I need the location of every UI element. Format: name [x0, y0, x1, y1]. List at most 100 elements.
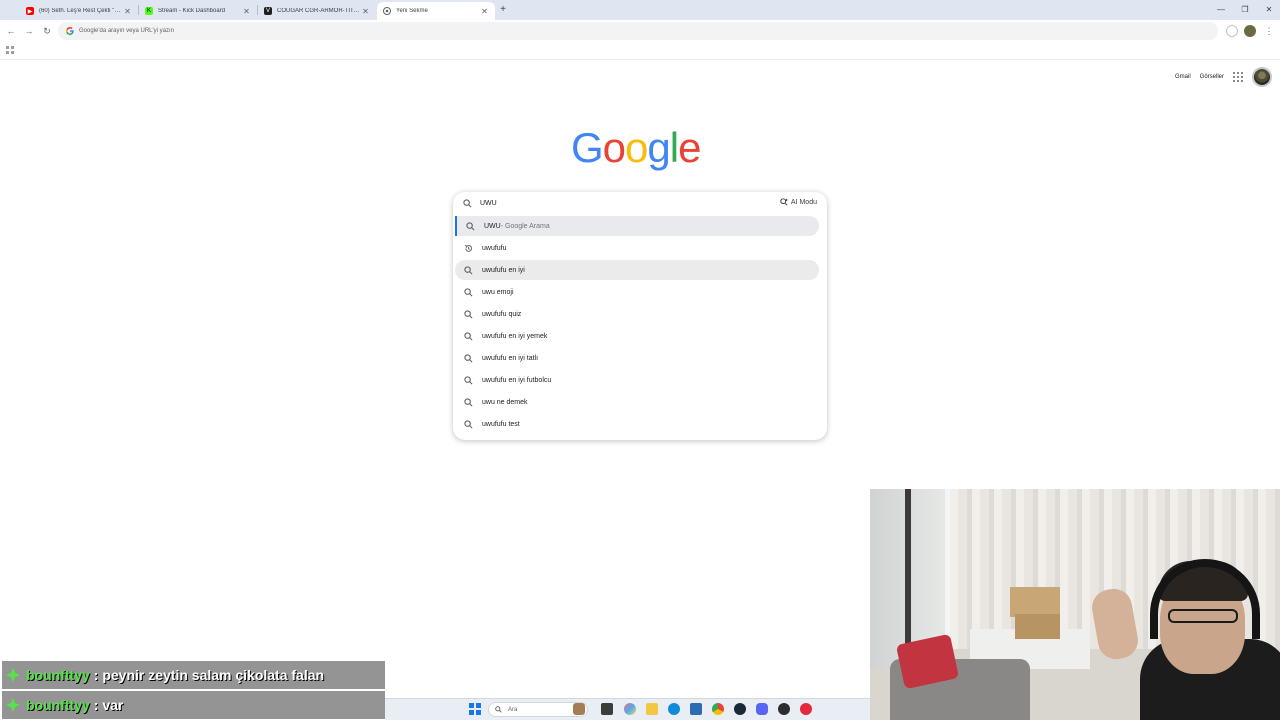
minimize-icon[interactable]: — [1214, 3, 1228, 17]
apps-shortcut-icon[interactable] [6, 46, 14, 54]
suggestion-item[interactable]: uwufufu en iyi yemek [455, 326, 819, 346]
suggestion-text: uwu emoji [482, 288, 514, 296]
tab-title: Yeni Sekme [396, 8, 428, 14]
screen: ▶ (60) Seth. Leş'e Rest Çekti "Smm ✕ K S… [0, 0, 1280, 720]
suggestion-item[interactable]: uwufufu test [455, 414, 819, 434]
google-header-links: Gmail Görseller [1175, 67, 1272, 87]
chrome-icon [383, 7, 391, 15]
store-icon[interactable] [690, 703, 702, 715]
search-icon [464, 309, 473, 318]
search-icon [466, 221, 475, 230]
suggestion-item[interactable]: uwufufu quiz [455, 304, 819, 324]
discord-icon[interactable] [756, 703, 768, 715]
extension-icon[interactable] [1226, 25, 1238, 37]
chat-message: bounfttyy : var [2, 691, 385, 719]
tab-youtube[interactable]: ▶ (60) Seth. Leş'e Rest Çekti "Smm ✕ [20, 2, 138, 20]
chat-message: bounfttyy : peynir zeytin salam çikolata… [2, 661, 385, 689]
google-apps-icon[interactable] [1233, 72, 1243, 82]
search-box: UWU AI Modu UWU - Google Arama uwufufu uwu… [453, 192, 827, 440]
search-icon [463, 198, 472, 207]
ai-mode-button[interactable]: AI Modu [780, 198, 817, 206]
search-icon [464, 331, 473, 340]
account-avatar[interactable] [1252, 67, 1272, 87]
background-box [1015, 614, 1060, 639]
subscriber-badge-icon [6, 698, 20, 712]
app-icon[interactable] [800, 703, 812, 715]
obs-icon[interactable] [778, 703, 790, 715]
widget-icon[interactable] [573, 703, 585, 715]
suggestion-item[interactable]: uwu ne demek [455, 392, 819, 412]
new-tab-button[interactable]: + [497, 3, 509, 17]
toolbar: ← → ↻ Google'da arayın veya URL'yi yazın… [0, 20, 1280, 42]
chat-username: bounfttyy [26, 697, 90, 713]
back-icon[interactable]: ← [4, 24, 18, 38]
tab-strip: ▶ (60) Seth. Leş'e Rest Çekti "Smm ✕ K S… [0, 0, 1280, 20]
tab-title: Stream - Kick Dashboard [158, 8, 226, 14]
profile-icon[interactable] [1244, 25, 1256, 37]
suggestion-text: uwu ne demek [482, 398, 528, 406]
maximize-icon[interactable]: ❐ [1238, 3, 1252, 17]
search-icon [464, 419, 473, 428]
history-icon [464, 244, 473, 252]
bookmarks-bar [0, 42, 1280, 60]
tab-kick[interactable]: K Stream - Kick Dashboard ✕ [139, 2, 257, 20]
tab-title: (60) Seth. Leş'e Rest Çekti "Smm [39, 8, 123, 14]
edge-icon[interactable] [668, 703, 680, 715]
suggestion-text: uwufufu en iyi tatlı [482, 354, 539, 362]
tab-new-tab[interactable]: Yeni Sekme ✕ [377, 2, 495, 20]
window-close-icon[interactable]: ✕ [1262, 3, 1276, 17]
close-icon[interactable]: ✕ [123, 7, 132, 16]
address-placeholder: Google'da arayın veya URL'yi yazın [79, 28, 175, 34]
search-icon [464, 265, 473, 274]
forward-icon[interactable]: → [22, 24, 36, 38]
suggestion-text: uwufufu en iyi yemek [482, 332, 548, 340]
chat-username: bounfttyy [26, 667, 90, 683]
chrome-taskbar-icon[interactable] [712, 703, 724, 715]
cougar-icon: V [264, 7, 272, 15]
background-box [1010, 587, 1060, 617]
copilot-icon[interactable] [624, 703, 636, 715]
search-query: UWU [480, 199, 497, 207]
suggestion-text: uwufufu test [482, 420, 520, 428]
address-bar[interactable]: Google'da arayın veya URL'yi yazın [58, 22, 1218, 40]
youtube-icon: ▶ [26, 7, 34, 15]
tab-cougar[interactable]: V COUGAR CGR-ARMOR-TITAN ✕ [258, 2, 376, 20]
suggestion-text: UWU [484, 222, 501, 230]
suggestion-text: uwufufu quiz [482, 310, 522, 318]
suggestion-item[interactable]: UWU - Google Arama [455, 216, 819, 236]
taskbar: Ara [385, 698, 870, 720]
suggestion-item[interactable]: uwufufu [455, 238, 819, 258]
close-icon[interactable]: ✕ [480, 7, 489, 16]
menu-icon[interactable]: ⋮ [1262, 24, 1276, 38]
kick-icon: K [145, 7, 153, 15]
suggestion-item[interactable]: uwu emoji [455, 282, 819, 302]
google-icon [65, 27, 74, 36]
suggestion-text: uwufufu [482, 244, 507, 252]
steam-icon[interactable] [734, 703, 746, 715]
search-input[interactable]: UWU [453, 192, 827, 214]
reload-icon[interactable]: ↻ [40, 24, 54, 38]
file-explorer-icon[interactable] [646, 703, 658, 715]
ai-mode-icon [780, 198, 788, 206]
suggestion-item[interactable]: uwufufu en iyi tatlı [455, 348, 819, 368]
close-icon[interactable]: ✕ [361, 7, 370, 16]
gmail-link[interactable]: Gmail [1175, 74, 1191, 80]
suggestion-item[interactable]: uwufufu en iyi futbolcu [455, 370, 819, 390]
google-logo: Google [571, 124, 701, 171]
close-icon[interactable]: ✕ [242, 7, 251, 16]
search-icon [495, 706, 502, 713]
windows-start-icon[interactable] [469, 703, 481, 715]
search-icon [464, 397, 473, 406]
chat-text: : peynir zeytin salam çikolata falan [93, 667, 325, 683]
search-icon [464, 287, 473, 296]
subscriber-badge-icon [6, 668, 20, 682]
suggestion-item[interactable]: uwufufu en iyi [455, 260, 819, 280]
webcam-overlay [870, 489, 1280, 720]
search-icon [464, 375, 473, 384]
task-view-icon[interactable] [601, 703, 613, 715]
images-link[interactable]: Görseller [1200, 74, 1224, 80]
chat-text: : var [93, 697, 124, 713]
suggestion-subtext: - Google Arama [500, 222, 550, 230]
suggestion-text: uwufufu en iyi futbolcu [482, 376, 552, 384]
tab-title: COUGAR CGR-ARMOR-TITAN [277, 8, 361, 14]
